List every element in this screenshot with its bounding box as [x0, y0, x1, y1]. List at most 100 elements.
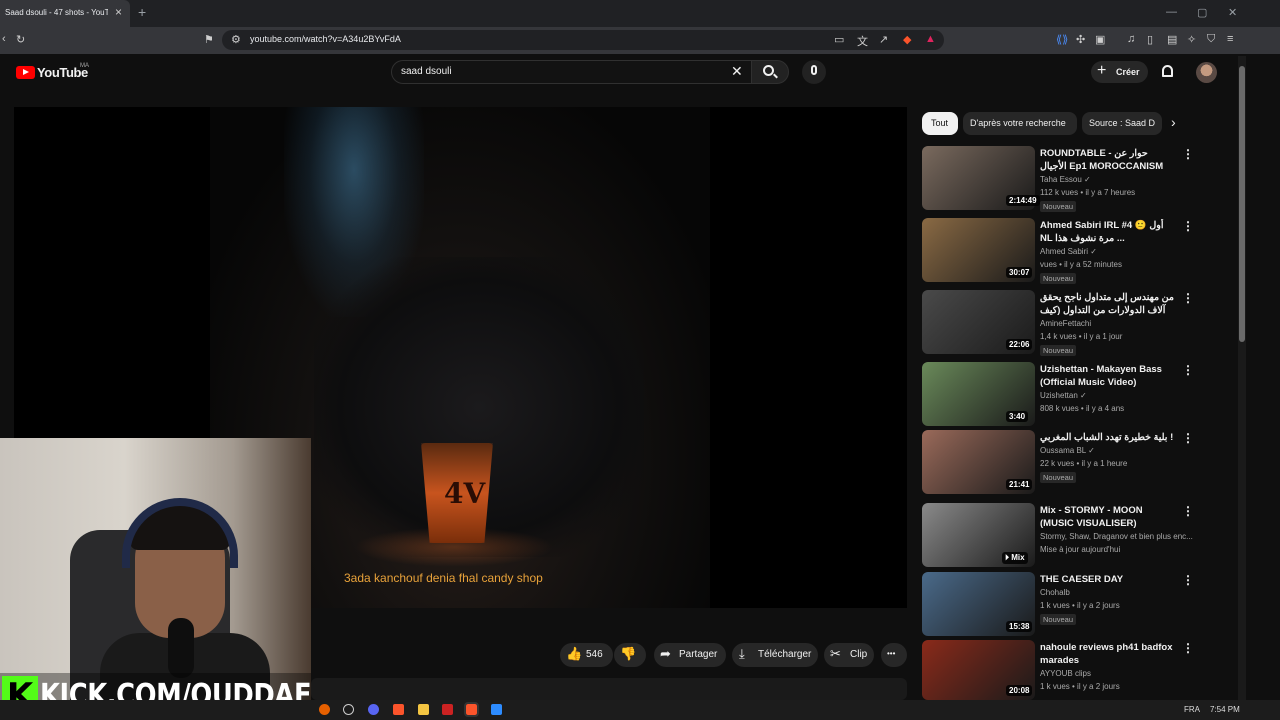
new-badge: Nouveau [1040, 614, 1077, 625]
video-stats: vues • il y a 52 minutes [1040, 260, 1122, 269]
close-window-icon[interactable]: ✕ [1228, 6, 1237, 19]
video-stats: 1 k vues • il y a 2 jours [1040, 682, 1120, 691]
menu-icon[interactable]: ≡ [1227, 33, 1233, 45]
like-count: 546 [586, 649, 603, 660]
description-bar [311, 678, 907, 700]
channel-name[interactable]: Stormy, Shaw, Draganov et bien plus enc.… [1040, 532, 1193, 541]
minimize-icon[interactable]: — [1166, 6, 1177, 18]
video-title[interactable]: THE CAESER DAY [1040, 573, 1175, 586]
clock[interactable]: 7:54 PM [1210, 705, 1240, 714]
video-subtitle: 3ada kanchouf denia fhal candy shop [344, 571, 543, 585]
keyboard-language[interactable]: FRA [1184, 705, 1200, 714]
scrollbar-thumb[interactable] [1239, 66, 1245, 342]
share-label: Partager [679, 649, 718, 660]
windows-taskbar [0, 700, 1280, 720]
more-options-icon[interactable]: ⋮ [1182, 641, 1194, 655]
video-duration: 22:06 [1006, 339, 1033, 350]
plus-icon: + [1097, 62, 1107, 79]
zoom-icon[interactable] [491, 704, 502, 715]
chip-source-label: Source : Saad D [1089, 118, 1156, 128]
sidebar-icon[interactable]: ▯ [1147, 33, 1153, 46]
new-badge: Nouveau [1040, 201, 1077, 212]
new-badge: Nouveau [1040, 273, 1077, 284]
video-title[interactable]: Uzishettan - Makayen Bass (Official Musi… [1040, 363, 1175, 389]
reload-icon[interactable]: ↻ [16, 33, 25, 46]
back-icon[interactable]: ‹ [2, 33, 6, 45]
vpn-icon[interactable]: ⛉ [1207, 33, 1215, 46]
translate-icon[interactable]: 文 [857, 33, 868, 49]
more-options-icon[interactable]: ⋮ [1182, 291, 1194, 305]
channel-name[interactable]: Taha Essou ✓ [1040, 175, 1091, 184]
media-icon[interactable]: ♫ [1127, 33, 1135, 45]
video-title[interactable]: Mix - STORMY - MOON (MUSIC VISUALISER) [1040, 504, 1175, 530]
brave-shields-icon[interactable]: ◆ [903, 33, 911, 46]
file-explorer-icon[interactable] [418, 704, 429, 715]
channel-name[interactable]: Chohalb [1040, 588, 1070, 597]
like-icon[interactable]: 👍 [566, 646, 582, 662]
chevron-right-icon[interactable]: › [1171, 114, 1176, 130]
screenshot-icon[interactable]: ▣ [1095, 33, 1105, 46]
account-avatar[interactable] [1196, 62, 1217, 83]
more-options-icon[interactable]: ⋮ [1182, 504, 1194, 518]
download-icon: ⤓ [739, 646, 745, 661]
video-stats: 1 k vues • il y a 2 jours [1040, 601, 1120, 610]
download-label: Télécharger [758, 649, 812, 660]
country-code: MA [80, 63, 89, 69]
site-info-icon[interactable]: ⚙ [231, 33, 241, 46]
video-duration: 2:14:49 [1006, 195, 1040, 206]
video-stats: 808 k vues • il y a 4 ans [1040, 404, 1125, 413]
microphone-icon[interactable] [811, 65, 817, 75]
share-page-icon[interactable]: ↗ [879, 33, 888, 46]
notifications-bell-icon[interactable] [1162, 65, 1173, 77]
video-duration: 15:38 [1006, 621, 1033, 632]
more-icon[interactable]: ••• [887, 649, 895, 658]
more-options-icon[interactable]: ⋮ [1182, 219, 1194, 233]
scissors-icon: ✂ [830, 646, 841, 661]
brave-rewards-icon[interactable]: ▲ [925, 33, 936, 45]
wallet-icon[interactable]: ▤ [1167, 33, 1177, 46]
new-tab-button[interactable]: + [138, 4, 146, 20]
channel-name[interactable]: Uzishettan ✓ [1040, 391, 1087, 400]
video-title[interactable]: nahoule reviews ph41 badfox marades [1040, 641, 1175, 667]
leo-icon[interactable]: ✧ [1187, 33, 1196, 46]
more-options-icon[interactable]: ⋮ [1182, 147, 1194, 161]
clip-label: Clip [850, 649, 868, 660]
more-options-icon[interactable]: ⋮ [1182, 431, 1194, 445]
dislike-icon[interactable]: 👎 [620, 646, 636, 662]
discord-icon[interactable] [368, 704, 379, 715]
brave-active-icon[interactable] [464, 702, 479, 717]
clear-search-icon[interactable]: ✕ [731, 63, 743, 80]
new-badge: Nouveau [1040, 472, 1077, 483]
cast-icon[interactable]: ▭ [834, 33, 844, 46]
more-options-icon[interactable]: ⋮ [1182, 573, 1194, 587]
maximize-icon[interactable]: ▢ [1197, 6, 1207, 19]
play-triangle-icon [23, 69, 29, 75]
extension-icon[interactable]: ⟪⟫ [1056, 33, 1068, 46]
video-title[interactable]: ROUNDTABLE - حوار عن الأجيال Ep1 MOROCCA… [1040, 147, 1175, 173]
channel-name[interactable]: Ahmed Sabiri ✓ [1040, 247, 1097, 256]
obs-icon[interactable] [343, 704, 354, 715]
brave-icon[interactable] [393, 704, 404, 715]
channel-name[interactable]: Oussama BL ✓ [1040, 446, 1095, 455]
video-stats: Mise à jour aujourd'hui [1040, 545, 1121, 554]
share-icon: ➦ [660, 646, 671, 661]
video-duration: 30:07 [1006, 267, 1033, 278]
extensions-puzzle-icon[interactable]: ✣ [1076, 33, 1085, 46]
new-badge: Nouveau [1040, 345, 1077, 356]
url-text[interactable]: youtube.com/watch?v=A34u2BYvFdA [250, 34, 401, 44]
bookmark-icon[interactable]: ⚑ [204, 33, 214, 46]
video-duration: 21:41 [1006, 479, 1033, 490]
video-title[interactable]: Ahmed Sabiri IRL #4 🙂 أول NL مرة نشوف هذ… [1040, 219, 1175, 245]
channel-name[interactable]: AYYOUB clips [1040, 669, 1091, 678]
video-duration: ⏵ Mix [1002, 552, 1028, 564]
app-icon[interactable] [442, 704, 453, 715]
search-query[interactable]: saad dsouli [401, 66, 452, 77]
video-duration: 20:08 [1006, 685, 1033, 696]
channel-name[interactable]: AmineFettachi [1040, 319, 1091, 328]
video-title[interactable]: بلية خطيرة تهدد الشباب المغربي ! [1040, 431, 1175, 444]
firefox-icon[interactable] [319, 704, 330, 715]
more-options-icon[interactable]: ⋮ [1182, 363, 1194, 377]
chip-from-search-label: D'après votre recherche [970, 118, 1066, 128]
tab-close-icon[interactable]: × [115, 5, 122, 19]
video-title[interactable]: من مهندس إلى متداول ناجح يحقق آلاف الدول… [1040, 291, 1175, 318]
